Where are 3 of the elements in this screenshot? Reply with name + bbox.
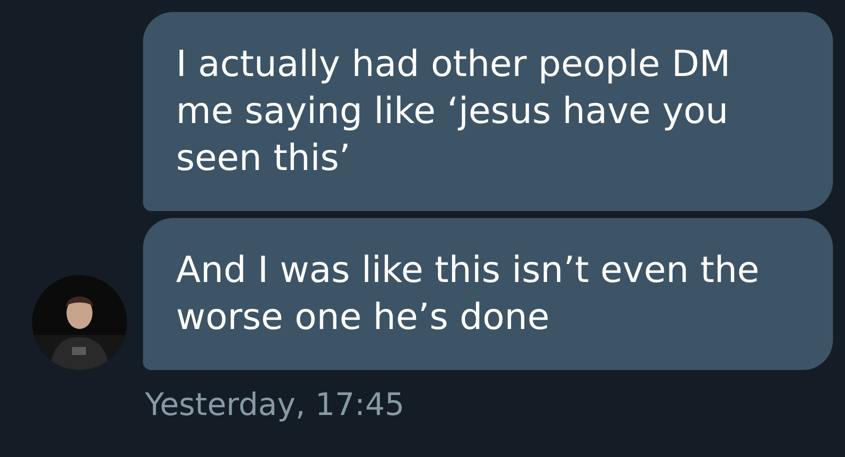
message-text: And I was like this isn’t even the worse one he’s done	[176, 249, 760, 340]
timestamp: Yesterday, 17:45	[145, 387, 406, 423]
message-text: I actually had other people DM me saying like ‘jesus have you seen this’	[176, 43, 732, 181]
